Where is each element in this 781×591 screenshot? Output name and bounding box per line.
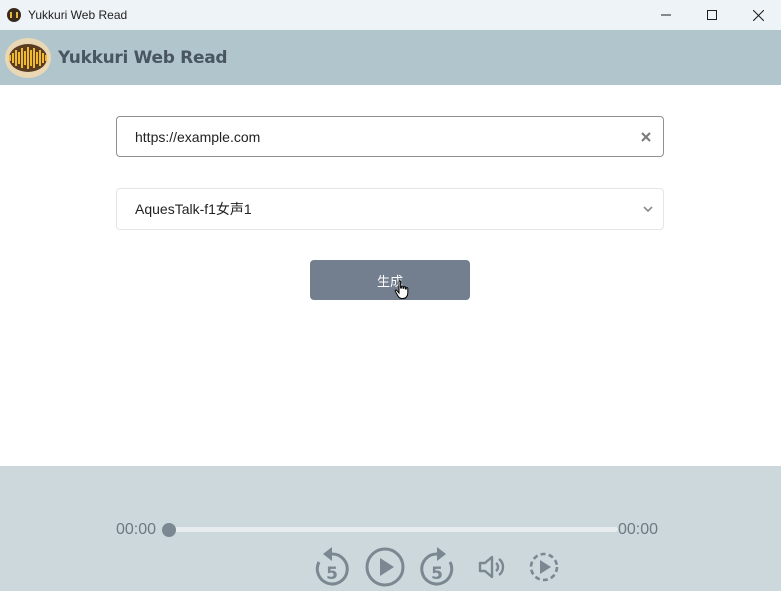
volume-button[interactable]: [471, 544, 513, 589]
minimize-icon: [661, 14, 671, 16]
maximize-icon: [707, 10, 717, 20]
voice-select-value: AquesTalk-f1女声1: [135, 201, 252, 217]
volume-icon: [478, 555, 505, 578]
hand-cursor-icon: [394, 280, 409, 299]
forward-seconds-label: 5: [431, 564, 443, 584]
forward-5-icon: 5: [420, 546, 454, 585]
title-bar: Yukkuri Web Read: [0, 0, 781, 30]
app-header: Yukkuri Web Read: [0, 30, 781, 85]
generate-button[interactable]: 生成: [310, 260, 470, 300]
voice-select-toggle[interactable]: [633, 205, 663, 213]
voice-select[interactable]: AquesTalk-f1女声1: [116, 188, 664, 230]
chevron-down-icon: [643, 205, 653, 212]
seek-bar[interactable]: [168, 527, 618, 532]
app-icon: [7, 8, 21, 22]
rewind-seconds-label: 5: [326, 564, 338, 584]
app-name: Yukkuri Web Read: [58, 47, 228, 68]
playback-rate-icon: [529, 552, 559, 581]
app-window: Yukkuri Web Read Yukkuri Web Read https:…: [0, 0, 781, 591]
url-input[interactable]: [135, 128, 631, 145]
maximize-button[interactable]: [689, 0, 735, 30]
window-controls: [643, 0, 781, 30]
sound-wave-logo-icon: [5, 37, 51, 78]
play-icon: [365, 547, 405, 586]
window-title: Yukkuri Web Read: [28, 8, 128, 22]
close-window-button[interactable]: [735, 0, 781, 30]
url-field[interactable]: [116, 116, 664, 157]
seek-thumb[interactable]: [162, 523, 176, 537]
minimize-button[interactable]: [643, 0, 689, 30]
rewind-5-button[interactable]: 5: [311, 544, 353, 589]
clear-url-button[interactable]: [631, 122, 661, 152]
clear-x-icon: [641, 131, 651, 142]
audio-player: 00:00 00:00 5 5: [0, 466, 781, 591]
close-icon: [752, 9, 764, 21]
rewind-5-icon: 5: [315, 546, 349, 585]
current-time: 00:00: [116, 521, 157, 538]
forward-5-button[interactable]: 5: [416, 544, 458, 589]
playback-rate-button[interactable]: [523, 544, 565, 589]
play-button[interactable]: [364, 544, 406, 589]
duration-time: 00:00: [618, 521, 659, 538]
